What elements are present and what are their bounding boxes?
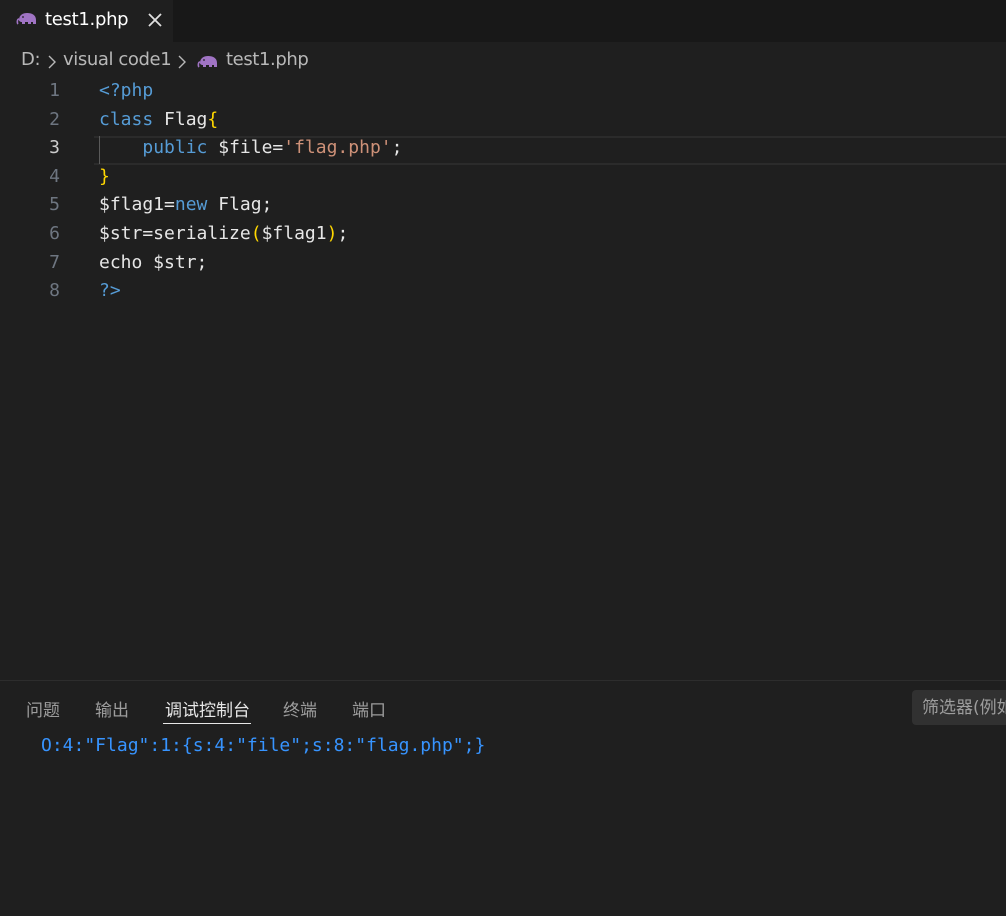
code-line[interactable]: class Flag{: [99, 109, 218, 130]
code-token: {: [207, 108, 219, 130]
code-token: public: [142, 137, 208, 159]
code-editor[interactable]: 1 <?php 2 class Flag{3 public $file='flag.p…: [0, 78, 1006, 680]
code-line[interactable]: public $file='flag.php';: [99, 137, 402, 158]
line-number: 3: [49, 137, 60, 159]
close-icon[interactable]: [144, 9, 166, 31]
line-number: 4: [49, 165, 60, 187]
editor-tab-bar: test1.php: [0, 0, 1006, 42]
code-token: ;: [337, 223, 349, 244]
code-token: new: [174, 194, 208, 216]
editor-tab-test1-php[interactable]: test1.php: [0, 0, 173, 42]
code-token: ;: [391, 137, 403, 159]
filter-input[interactable]: [912, 690, 1006, 725]
panel-tab-problems[interactable]: 问题: [26, 696, 60, 721]
code-token: ?>: [99, 280, 121, 302]
bottom-panel: 问题 输出 调试控制台 终端 端口 O:4:"Flag":1:{s:4:"fil…: [0, 680, 1006, 916]
chevron-right-icon: [178, 55, 186, 69]
code-token: $file=: [207, 137, 284, 159]
line-number: 6: [49, 223, 60, 244]
code-token: $str=serialize: [99, 223, 251, 244]
tab-label: test1.php: [45, 9, 129, 30]
code-token: <?php: [99, 80, 154, 101]
filter-box: [912, 690, 1006, 725]
line-number: 1: [49, 80, 60, 101]
code-token: echo $str;: [99, 251, 208, 273]
code-token: Flag;: [207, 194, 273, 216]
code-line[interactable]: $str=serialize($flag1);: [99, 223, 348, 244]
breadcrumb-file[interactable]: test1.php: [226, 49, 309, 70]
line-number: 8: [49, 280, 60, 302]
code-token: class: [99, 108, 154, 130]
code-token: ): [326, 223, 338, 244]
panel-tab-debug-console[interactable]: 调试控制台: [165, 696, 250, 721]
breadcrumb-folder[interactable]: visual code1: [63, 49, 172, 70]
code-token: }: [99, 165, 110, 187]
panel-tab-output[interactable]: 输出: [95, 696, 129, 721]
code-token: Flag: [153, 108, 208, 130]
line-number: 2: [49, 108, 60, 130]
panel-tab-ports[interactable]: 端口: [352, 696, 386, 721]
code-token: $flag1: [261, 223, 327, 244]
code-line[interactable]: echo $str;: [99, 252, 207, 273]
line-number: 7: [49, 251, 60, 273]
code-token: 'flag.php': [283, 137, 392, 159]
chevron-right-icon: [48, 55, 56, 69]
breadcrumb: D: visual code1 test1.php: [0, 44, 1006, 78]
code-token: $flag1=: [99, 194, 175, 216]
php-elephant-icon: [16, 13, 36, 25]
code-line[interactable]: <?php: [99, 80, 153, 101]
code-token: (: [250, 223, 262, 244]
vscode-window: test1.php D: visual code1 test1.php 1 <?p…: [0, 0, 1006, 916]
breadcrumb-drive[interactable]: D:: [21, 49, 41, 70]
code-line[interactable]: $flag1=new Flag;: [99, 194, 272, 215]
code-line[interactable]: ?>: [99, 280, 121, 301]
line-number: 5: [49, 194, 60, 216]
active-tab-indicator: [163, 723, 251, 724]
php-elephant-icon: [197, 56, 217, 68]
debug-console-output: O:4:"Flag":1:{s:4:"file";s:8:"flag.php";…: [41, 735, 486, 756]
panel-tab-terminal[interactable]: 终端: [283, 696, 317, 721]
code-line[interactable]: }: [99, 166, 110, 187]
